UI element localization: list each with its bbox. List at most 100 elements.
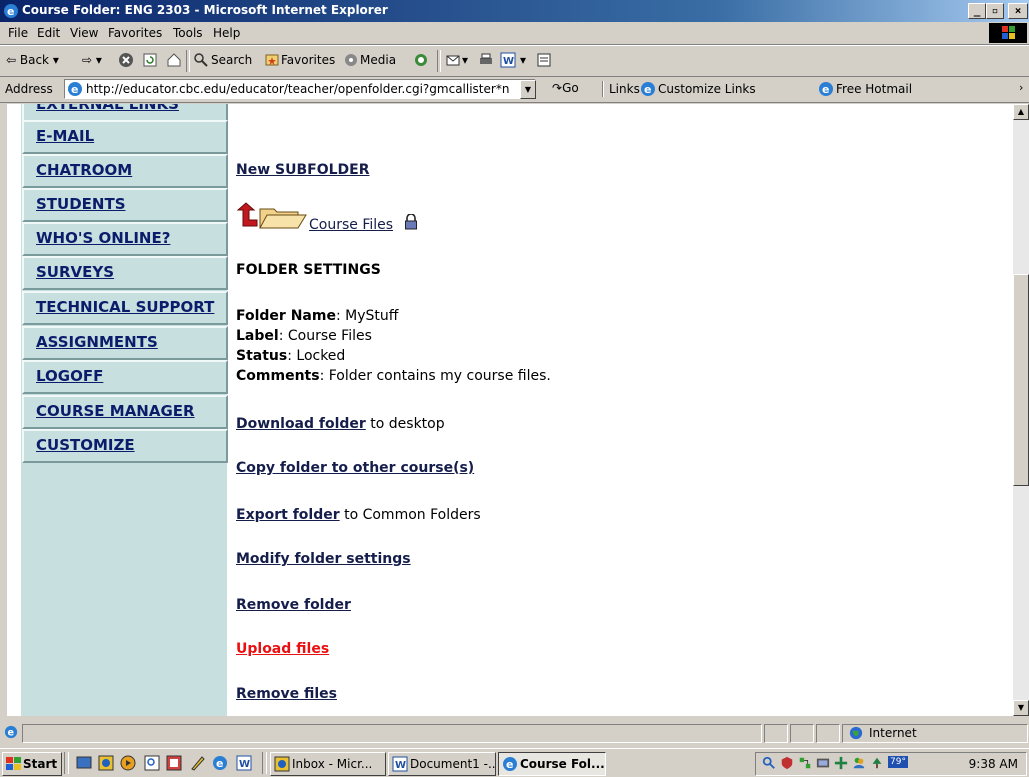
- tray-search-icon[interactable]: [762, 756, 776, 770]
- up-arrow-icon[interactable]: [236, 202, 258, 228]
- scroll-thumb[interactable]: [1013, 274, 1029, 486]
- nav-customize[interactable]: CUSTOMIZE: [22, 429, 228, 463]
- minimize-button[interactable]: _: [968, 3, 986, 19]
- forward-button[interactable]: ⇨ ▾: [82, 53, 102, 67]
- quicklaunch-paint-icon[interactable]: [190, 755, 206, 771]
- page-icon: e: [68, 82, 82, 96]
- maximize-button[interactable]: ▫: [986, 3, 1004, 19]
- svg-text:e: e: [8, 728, 15, 739]
- nav-students[interactable]: STUDENTS: [22, 188, 228, 222]
- task-document1[interactable]: W Document1 -...: [388, 752, 496, 776]
- svg-text:e: e: [7, 5, 14, 18]
- menu-tools[interactable]: Tools: [173, 26, 203, 40]
- address-dropdown[interactable]: ▼: [520, 80, 536, 99]
- upload-files-link[interactable]: Upload files: [236, 641, 329, 657]
- svg-text:e: e: [71, 83, 78, 96]
- quicklaunch-app-icon[interactable]: [166, 755, 182, 771]
- task-course-folder-label: Course Fol...: [520, 757, 605, 771]
- quicklaunch-ie-icon[interactable]: e: [212, 755, 228, 771]
- menu-help[interactable]: Help: [213, 26, 240, 40]
- task-course-folder[interactable]: e Course Fol...: [498, 752, 606, 776]
- course-files-link[interactable]: Course Files: [309, 217, 393, 233]
- quicklaunch-outlook-icon[interactable]: [98, 755, 114, 771]
- mail-dropdown[interactable]: ▾: [462, 53, 468, 67]
- download-folder-link[interactable]: Download folder: [236, 416, 366, 432]
- taskbar: Start e W Inbox - Micr... W Document1 -.…: [0, 748, 1029, 777]
- discuss-icon[interactable]: [536, 52, 552, 68]
- quicklaunch-media-icon[interactable]: [120, 755, 136, 771]
- tray-connection-icon[interactable]: [834, 756, 848, 770]
- ie-icon: e: [4, 4, 18, 18]
- nav-email[interactable]: E-MAIL: [22, 120, 228, 154]
- close-button[interactable]: ×: [1008, 3, 1028, 19]
- label-label: Label: [236, 328, 279, 344]
- tray-temperature[interactable]: 79°: [888, 756, 908, 768]
- folder-icon[interactable]: [258, 204, 308, 230]
- remove-files-link[interactable]: Remove files: [236, 686, 337, 702]
- clock[interactable]: 9:38 AM: [969, 757, 1018, 771]
- history-icon[interactable]: [413, 52, 429, 68]
- svg-text:e: e: [506, 758, 513, 771]
- favorites-button[interactable]: Favorites: [281, 53, 335, 67]
- menu-view[interactable]: View: [70, 26, 98, 40]
- refresh-icon[interactable]: [142, 52, 158, 68]
- mail-icon[interactable]: [445, 52, 461, 68]
- tray-shield-icon[interactable]: [780, 756, 794, 770]
- tray-weather-icon[interactable]: [870, 756, 884, 770]
- nav-logoff[interactable]: LOGOFF: [22, 360, 228, 394]
- stop-icon[interactable]: [118, 52, 134, 68]
- outlook-icon: [274, 756, 290, 772]
- menu-file[interactable]: File: [8, 26, 28, 40]
- home-icon[interactable]: [166, 52, 182, 68]
- svg-text:W: W: [239, 759, 250, 770]
- nav-whos-online[interactable]: WHO'S ONLINE?: [22, 222, 228, 256]
- scroll-up-button[interactable]: ▲: [1013, 104, 1029, 120]
- label-value: : Course Files: [278, 328, 372, 344]
- links-overflow-icon[interactable]: ›: [1019, 81, 1023, 94]
- export-folder-link[interactable]: Export folder: [236, 507, 340, 523]
- page-viewport: EXTERNAL LINKS E-MAIL CHATROOM STUDENTS …: [7, 104, 1013, 716]
- quicklaunch-search-icon[interactable]: [144, 755, 160, 771]
- nav-assignments[interactable]: ASSIGNMENTS: [22, 326, 228, 360]
- edit-dropdown[interactable]: ▾: [520, 53, 526, 67]
- copy-folder-link[interactable]: Copy folder to other course(s): [236, 460, 474, 476]
- new-subfolder-link[interactable]: New SUBFOLDER: [236, 162, 370, 178]
- comments-value: : Folder contains my course files.: [319, 368, 551, 384]
- standard-toolbar: ⇦ Back ▾ ⇨ ▾ Search Favorites Media ▾ W …: [0, 45, 1029, 77]
- menu-bar: File Edit View Favorites Tools Help: [0, 22, 1029, 45]
- folder-name-value: : MyStuff: [335, 308, 399, 324]
- nav-course-manager[interactable]: COURSE MANAGER: [22, 395, 228, 429]
- export-row: Export folder to Common Folders: [236, 507, 481, 523]
- tray-app-icon[interactable]: [816, 756, 830, 770]
- word-doc-icon: W: [392, 756, 408, 772]
- course-sidebar: EXTERNAL LINKS E-MAIL CHATROOM STUDENTS …: [21, 104, 228, 716]
- start-button[interactable]: Start: [2, 752, 62, 776]
- modify-folder-link[interactable]: Modify folder settings: [236, 551, 411, 567]
- nav-surveys[interactable]: SURVEYS: [22, 256, 228, 290]
- tray-network-icon[interactable]: [798, 756, 812, 770]
- vertical-scrollbar[interactable]: ▲ ▼: [1013, 104, 1029, 716]
- go-button[interactable]: ↷Go: [552, 81, 579, 95]
- tray-messenger-icon[interactable]: [852, 756, 866, 770]
- free-hotmail-link[interactable]: Free Hotmail: [836, 82, 912, 96]
- menu-favorites[interactable]: Favorites: [108, 26, 162, 40]
- back-button[interactable]: ⇦ Back ▾: [6, 53, 59, 67]
- print-icon[interactable]: [478, 52, 494, 68]
- zone-label: Internet: [869, 726, 917, 740]
- nav-technical-support[interactable]: TECHNICAL SUPPORT: [22, 291, 228, 325]
- address-label: Address: [5, 82, 53, 96]
- nav-chatroom[interactable]: CHATROOM: [22, 154, 228, 188]
- task-inbox[interactable]: Inbox - Micr...: [270, 752, 386, 776]
- address-input[interactable]: e http://educator.cbc.edu/educator/teach…: [64, 79, 536, 99]
- quicklaunch-word-icon[interactable]: W: [236, 755, 252, 771]
- media-button[interactable]: Media: [360, 53, 396, 67]
- customize-links-link[interactable]: Customize Links: [658, 82, 756, 96]
- search-button[interactable]: Search: [211, 53, 252, 67]
- folder-name-row: Folder Name: MyStuff: [236, 308, 398, 324]
- scroll-down-button[interactable]: ▼: [1013, 700, 1029, 716]
- menu-edit[interactable]: Edit: [37, 26, 60, 40]
- quicklaunch-desktop-icon[interactable]: [76, 755, 92, 771]
- edit-word-icon[interactable]: W: [500, 52, 516, 68]
- remove-folder-link[interactable]: Remove folder: [236, 597, 351, 613]
- links-label[interactable]: Links: [609, 82, 640, 96]
